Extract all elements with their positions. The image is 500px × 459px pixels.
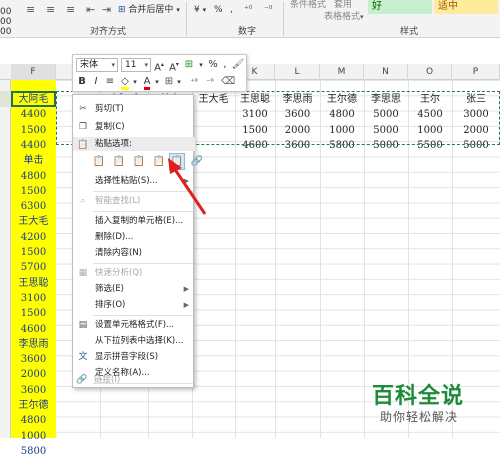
watermark-subtitle: 助你轻松解决 (380, 410, 459, 424)
arrow-shaft (172, 167, 207, 215)
column-f-cell[interactable]: 5800 (11, 444, 56, 459)
watermark-title: 百科全说 (372, 384, 465, 409)
annotation-arrow (168, 158, 207, 215)
